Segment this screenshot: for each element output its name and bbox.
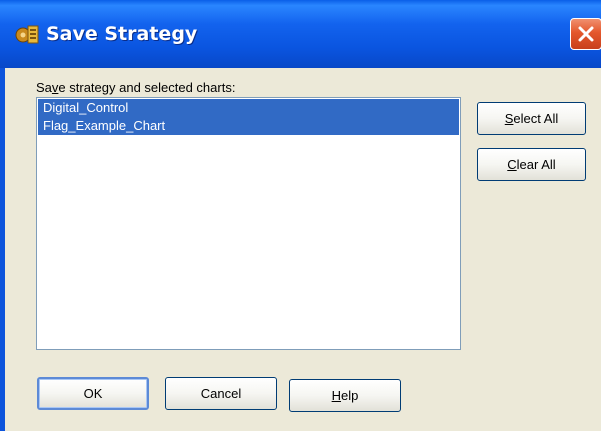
select-all-label: elect All [513,111,559,126]
prompt-text-start: Sa [36,80,52,95]
select-all-button[interactable]: Select All [477,102,586,135]
clear-all-label: lear All [516,157,556,172]
close-button[interactable] [570,18,601,50]
help-button[interactable]: Help [289,379,401,412]
ok-button[interactable]: OK [37,377,149,410]
cancel-button[interactable]: Cancel [165,377,277,410]
help-access-key: H [331,388,342,403]
charts-listbox[interactable]: Digital_Control Flag_Example_Chart [36,97,461,350]
title-bar[interactable]: Save Strategy [0,0,601,68]
help-label: elp [341,388,359,403]
list-item[interactable]: Flag_Example_Chart [38,117,459,135]
prompt-text-end: e strategy and selected charts: [58,80,236,95]
dialog-title: Save Strategy [46,23,198,45]
close-icon [578,26,594,42]
strategy-gear-icon [14,22,40,46]
clear-all-button[interactable]: Clear All [477,148,586,181]
list-prompt-label: Save strategy and selected charts: [36,80,235,95]
save-strategy-dialog: Save Strategy Save strategy and selected… [0,0,601,431]
list-item[interactable]: Digital_Control [38,99,459,117]
clear-all-access-key: C [507,157,517,172]
